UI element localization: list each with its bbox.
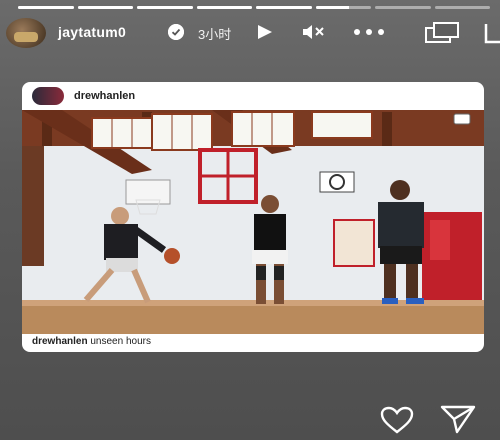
progress-segment: [77, 6, 133, 9]
card-header: drewhanlen: [22, 82, 484, 110]
progress-fill: [77, 6, 133, 9]
mute-icon[interactable]: [302, 23, 326, 41]
heart-icon[interactable]: [380, 406, 414, 434]
picture-in-picture-icon[interactable]: [424, 22, 460, 44]
avatar[interactable]: [6, 18, 46, 48]
progress-segment: [196, 6, 252, 9]
progress-segment: [137, 6, 193, 9]
progress-segment: [434, 6, 490, 9]
story-username[interactable]: jaytatum0: [58, 24, 126, 40]
verified-badge-icon: [168, 24, 184, 40]
progress-segment: [315, 6, 371, 9]
progress-fill: [256, 6, 312, 9]
story-time: 3小时: [198, 27, 232, 42]
progress-segment: [256, 6, 312, 9]
close-icon[interactable]: [476, 22, 500, 46]
progress-segment: [18, 6, 74, 9]
post-caption: drewhanlen unseen hours: [32, 336, 151, 347]
progress-segment: [375, 6, 431, 9]
more-options-icon[interactable]: [352, 24, 386, 40]
progress-fill: [137, 6, 193, 9]
send-icon[interactable]: [440, 404, 476, 434]
card-avatar[interactable]: [32, 87, 64, 105]
play-icon[interactable]: [256, 24, 274, 40]
story-header: jaytatum0 3小时: [0, 18, 500, 50]
story-progress-bar: [18, 6, 490, 9]
post-photo[interactable]: [22, 110, 484, 334]
shared-post-card[interactable]: drewhanlen drewhanlen unseen hours: [22, 82, 484, 352]
progress-fill: [196, 6, 252, 9]
progress-fill: [315, 6, 349, 9]
progress-fill: [18, 6, 74, 9]
caption-text: unseen hours: [90, 336, 151, 347]
caption-username[interactable]: drewhanlen: [32, 336, 88, 347]
card-username[interactable]: drewhanlen: [74, 90, 135, 102]
